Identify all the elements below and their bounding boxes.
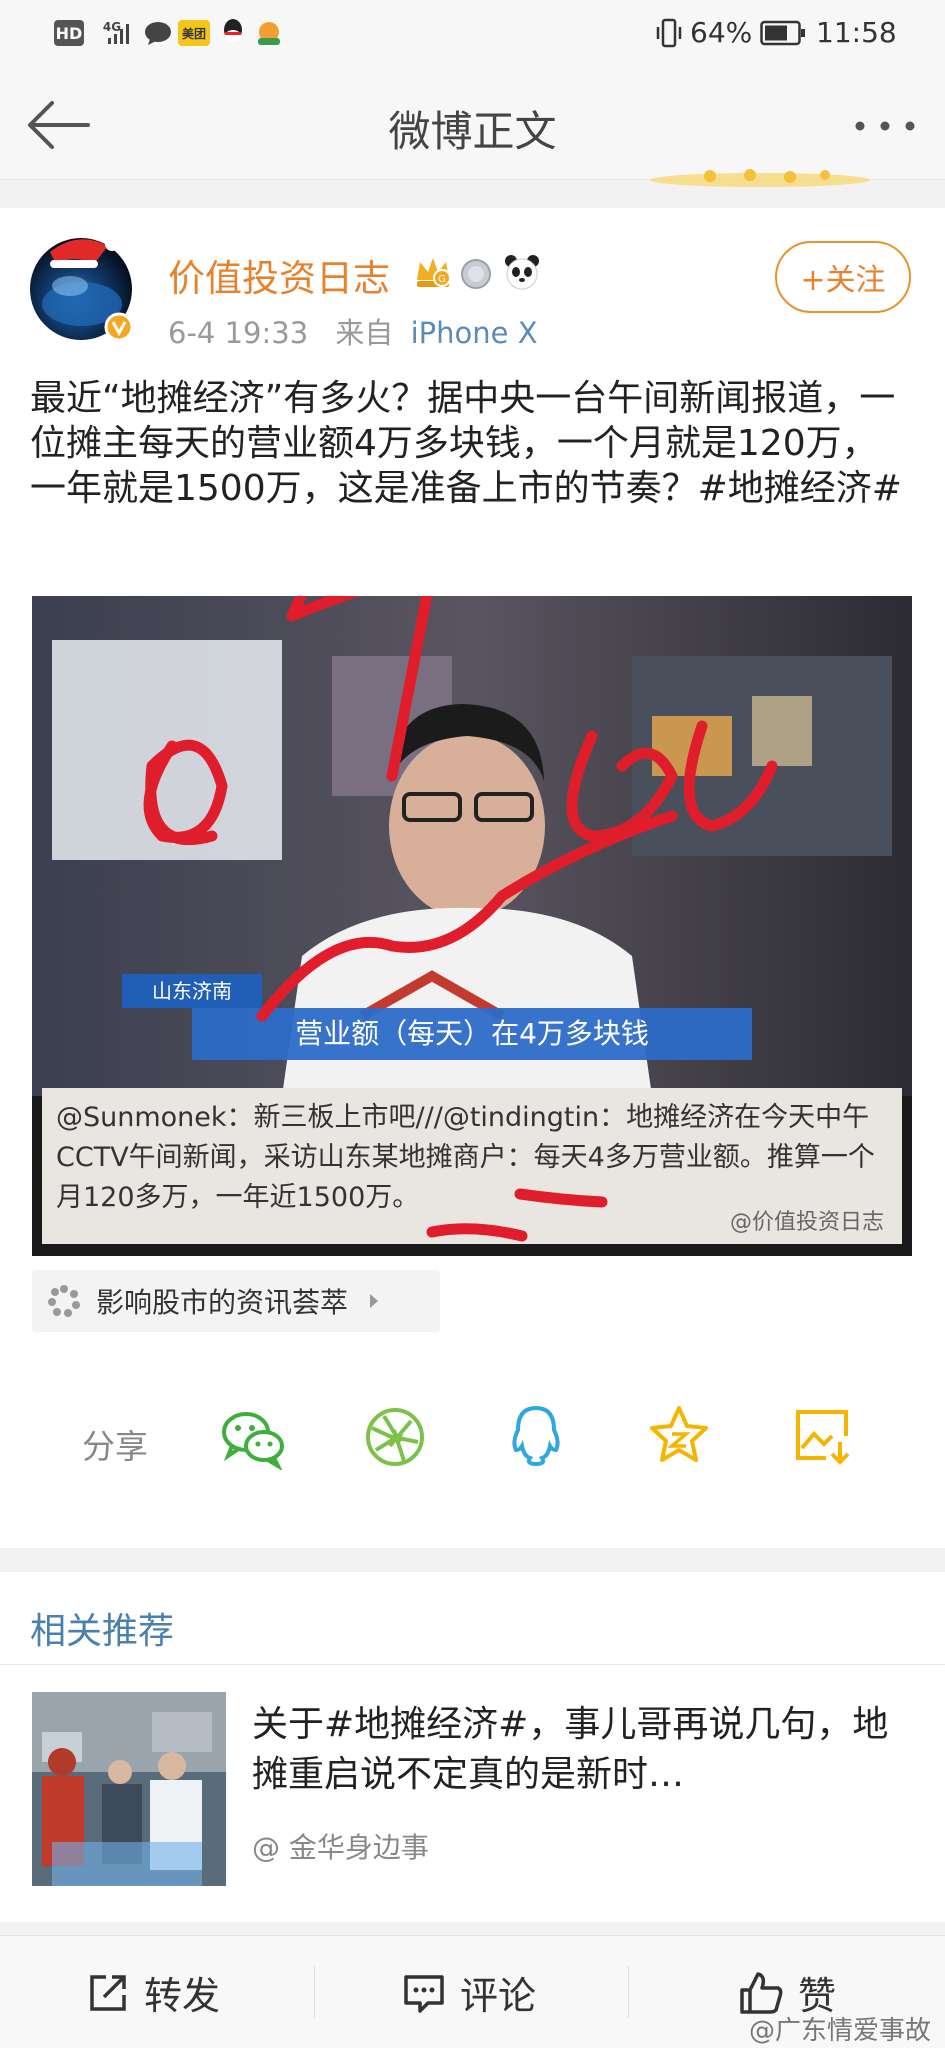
post-image[interactable]: 山东济南 营业额（每天）在4万多块钱 @Sunmonek：新三板上市吧///@t… (32, 596, 912, 1256)
page-title: 微博正文 (388, 107, 557, 156)
favorite-star-icon[interactable] (648, 1404, 710, 1466)
section-title: 相关推荐 (30, 1611, 175, 1652)
topic-label: 影响股市的资讯荟萃 (96, 1286, 349, 1319)
moments-share-icon[interactable] (364, 1406, 426, 1468)
avatar[interactable] (30, 238, 134, 342)
qq-icon (224, 19, 242, 42)
red-annotation-scribbles (143, 596, 778, 1242)
comment-label: 评论 (460, 1974, 537, 2018)
topic-chip[interactable]: 影响股市的资讯荟萃 (32, 1270, 440, 1332)
share-label: 分享 (82, 1427, 148, 1466)
divider (0, 1664, 945, 1665)
related-recommendations: 相关推荐 关于#地摊经济#，事儿哥再说几句，地摊重启说不定真的是新时… @ 金华… (0, 1572, 945, 1922)
topic-spinner-icon (48, 1285, 80, 1317)
clock: 11:58 (816, 16, 897, 49)
chevron-right-icon (370, 1294, 379, 1308)
more-options-icon[interactable] (852, 118, 918, 134)
author-name[interactable]: 价值投资日志 (168, 248, 390, 302)
vip-crown-icon: G (417, 258, 451, 287)
qq-share-icon[interactable] (508, 1404, 564, 1470)
source-prefix: 来自 (335, 316, 394, 350)
meituan-icon: 美团 (178, 20, 210, 46)
repost-button[interactable]: 转发 (86, 1936, 220, 2048)
source-device-link[interactable]: iPhone X (411, 316, 538, 350)
source-watermark: @广东情爱事故 (748, 2016, 931, 2046)
recommend-source: @ 金华身边事 (252, 1831, 429, 1864)
signal-4g-icon: 4G (90, 20, 134, 46)
hd-icon: HD (54, 20, 84, 46)
divider (628, 1966, 629, 2018)
repost-icon (90, 1974, 126, 2011)
decorative-coins-banner (650, 169, 870, 187)
recommend-headline[interactable]: 关于#地摊经济#，事儿哥再说几句，地摊重启说不定真的是新时… (252, 1700, 892, 1800)
message-icon (145, 22, 171, 45)
status-bar: HD 4G 美团 64% 11:58 (0, 0, 945, 66)
post-text: 最近“地摊经济”有多火？据中央一台午间新闻报道，一位摊主每天的营业额4万多块钱，… (30, 378, 902, 509)
save-image-icon[interactable] (792, 1406, 852, 1466)
post-card: 价值投资日志 G 6-4 19:33 来自 iPhone X +关注 最近“地摊… (0, 208, 945, 1548)
svg-text:G: G (438, 274, 446, 285)
thumbs-up-icon (740, 1971, 783, 2014)
repost-label: 转发 (144, 1974, 221, 2018)
wechat-share-icon[interactable] (220, 1408, 286, 1470)
medal-icon (461, 259, 491, 289)
top-nav-bar: 微博正文 (0, 66, 945, 187)
bottom-action-bar: 转发 评论 赞 @广东情爱事故 (0, 1935, 945, 2048)
verified-badge-icon (104, 312, 134, 342)
recommend-thumbnail[interactable] (32, 1692, 226, 1886)
battery-icon (760, 20, 805, 46)
app-notification-icon (258, 22, 280, 45)
post-date: 6-4 19:33 (168, 316, 309, 350)
follow-button[interactable]: +关注 (775, 241, 911, 313)
post-meta: 6-4 19:33 来自 iPhone X (168, 310, 538, 352)
vibrate-icon (656, 18, 682, 48)
battery-percent: 64% (690, 16, 753, 49)
comment-button[interactable]: 评论 (402, 1936, 536, 2048)
comment-icon (404, 1974, 444, 2013)
divider (314, 1966, 315, 2018)
panda-icon (505, 255, 539, 290)
